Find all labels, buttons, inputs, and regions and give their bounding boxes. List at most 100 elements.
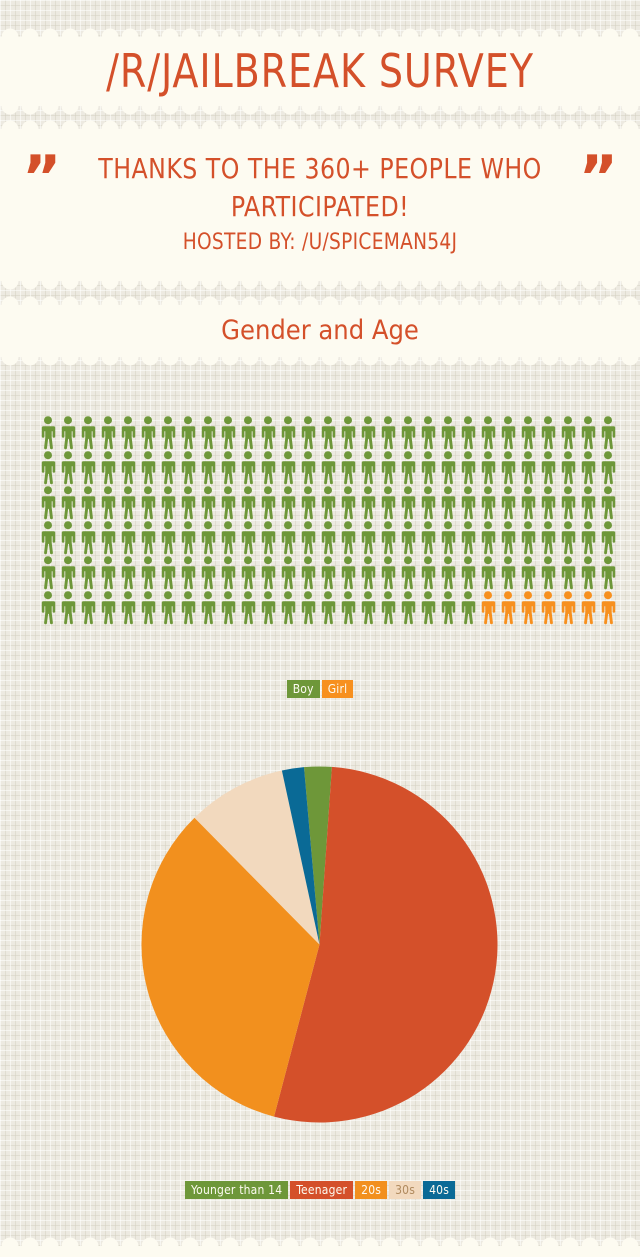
person-icon-boy	[578, 555, 598, 590]
person-icon-boy	[378, 485, 398, 520]
person-icon-boy	[578, 415, 598, 450]
person-icon-boy	[178, 520, 198, 555]
person-icon-boy	[178, 590, 198, 625]
person-icon-boy	[518, 485, 538, 520]
person-icon-boy	[498, 450, 518, 485]
person-icon-boy	[98, 485, 118, 520]
person-icon-boy	[418, 485, 438, 520]
person-icon-boy	[358, 520, 378, 555]
person-icon-boy	[38, 485, 58, 520]
person-icon-boy	[358, 415, 378, 450]
person-icon-boy	[98, 450, 118, 485]
person-icon-boy	[138, 485, 158, 520]
person-icon-boy	[118, 590, 138, 625]
person-icon-boy	[78, 590, 98, 625]
person-icon-boy	[218, 555, 238, 590]
person-icon-boy	[398, 485, 418, 520]
person-icon-boy	[338, 485, 358, 520]
person-icon-boy	[158, 415, 178, 450]
person-icon-boy	[438, 485, 458, 520]
person-icon-boy	[518, 415, 538, 450]
person-icon-boy	[418, 415, 438, 450]
person-icon-girl	[558, 590, 578, 625]
gender-pictogram-chart	[38, 415, 622, 625]
quote-mark-left-icon: ”	[22, 143, 62, 213]
thanks-message: THANKS TO THE 360+ PEOPLE WHO PARTICIPAT…	[98, 152, 542, 223]
person-icon-boy	[198, 555, 218, 590]
person-icon-boy	[378, 555, 398, 590]
legend-chip: Teenager	[290, 1181, 354, 1199]
person-icon-boy	[358, 485, 378, 520]
person-icon-boy	[258, 415, 278, 450]
person-icon-boy	[598, 450, 618, 485]
person-icon-boy	[178, 485, 198, 520]
person-icon-boy	[378, 450, 398, 485]
person-icon-boy	[278, 590, 298, 625]
person-icon-girl	[598, 590, 618, 625]
person-icon-boy	[538, 485, 558, 520]
person-icon-boy	[558, 485, 578, 520]
person-icon-boy	[98, 590, 118, 625]
person-icon-boy	[378, 520, 398, 555]
pie-svg	[141, 766, 498, 1123]
person-icon-boy	[478, 555, 498, 590]
person-icon-boy	[458, 555, 478, 590]
person-icon-boy	[498, 555, 518, 590]
person-icon-boy	[98, 520, 118, 555]
person-icon-boy	[178, 450, 198, 485]
person-icon-boy	[238, 520, 258, 555]
person-icon-boy	[538, 520, 558, 555]
person-icon-boy	[358, 555, 378, 590]
legend-chip: 40s	[423, 1181, 456, 1199]
person-icon-boy	[158, 590, 178, 625]
person-icon-boy	[378, 590, 398, 625]
person-icon-boy	[78, 450, 98, 485]
person-icon-boy	[198, 590, 218, 625]
person-icon-boy	[398, 520, 418, 555]
person-icon-boy	[298, 415, 318, 450]
person-icon-boy	[598, 485, 618, 520]
title-banner-scallop-bottom	[0, 106, 640, 117]
legend-chip: 20s	[355, 1181, 388, 1199]
person-icon-boy	[498, 485, 518, 520]
person-icon-boy	[338, 415, 358, 450]
person-icon-boy	[598, 555, 618, 590]
pictogram-row	[38, 485, 622, 520]
person-icon-boy	[358, 450, 378, 485]
person-icon-boy	[118, 555, 138, 590]
person-icon-boy	[38, 555, 58, 590]
person-icon-boy	[138, 520, 158, 555]
pictogram-row	[38, 590, 622, 625]
person-icon-boy	[238, 485, 258, 520]
section-banner-scallop-top	[0, 294, 640, 305]
person-icon-boy	[138, 415, 158, 450]
host-credit: HOSTED BY: /U/SPICEMAN54J	[182, 230, 458, 255]
person-icon-boy	[518, 555, 538, 590]
person-icon-boy	[198, 415, 218, 450]
person-icon-girl	[538, 590, 558, 625]
person-icon-boy	[158, 555, 178, 590]
person-icon-boy	[158, 485, 178, 520]
person-icon-boy	[258, 555, 278, 590]
person-icon-boy	[338, 450, 358, 485]
person-icon-boy	[538, 415, 558, 450]
person-icon-boy	[438, 590, 458, 625]
person-icon-boy	[478, 450, 498, 485]
person-icon-boy	[58, 520, 78, 555]
person-icon-boy	[518, 520, 538, 555]
person-icon-boy	[478, 415, 498, 450]
person-icon-boy	[458, 520, 478, 555]
legend-chip: Younger than 14	[184, 1181, 289, 1199]
person-icon-boy	[58, 555, 78, 590]
person-icon-boy	[258, 520, 278, 555]
person-icon-boy	[218, 485, 238, 520]
person-icon-boy	[418, 450, 438, 485]
person-icon-girl	[498, 590, 518, 625]
person-icon-boy	[398, 555, 418, 590]
person-icon-boy	[458, 590, 478, 625]
person-icon-boy	[258, 450, 278, 485]
legend-chip: Girl	[321, 680, 354, 698]
person-icon-boy	[518, 450, 538, 485]
quote-banner-scallop-bottom	[0, 281, 640, 292]
person-icon-boy	[318, 520, 338, 555]
